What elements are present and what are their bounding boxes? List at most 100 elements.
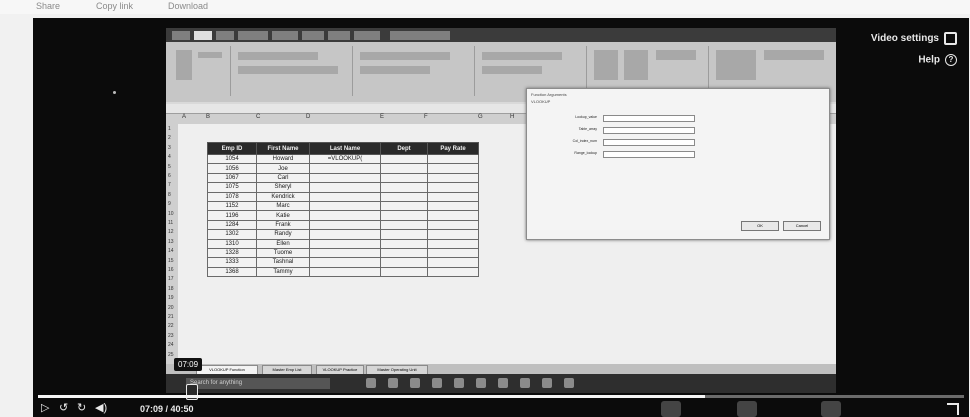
- row-header[interactable]: 24: [168, 342, 174, 348]
- table-cell[interactable]: [427, 163, 479, 174]
- row-header[interactable]: 20: [168, 305, 174, 311]
- row-header[interactable]: 14: [168, 248, 174, 254]
- table-cell[interactable]: [309, 200, 381, 212]
- table-cell[interactable]: 1056: [207, 163, 257, 174]
- row-header[interactable]: 6: [168, 173, 171, 179]
- taskbar-app-icon[interactable]: [498, 378, 508, 388]
- table-header-cell[interactable]: Last Name: [309, 142, 381, 155]
- table-cell[interactable]: [309, 210, 381, 221]
- row-header[interactable]: 4: [168, 154, 171, 160]
- taskbar-app-icon[interactable]: [476, 378, 486, 388]
- table-cell[interactable]: Kendrick: [256, 191, 310, 202]
- table-cell[interactable]: [427, 238, 479, 249]
- copy-link[interactable]: Copy link: [96, 1, 133, 11]
- video-player[interactable]: Video settings Help? ABCDEF G H 1 2 3 4 …: [33, 18, 969, 417]
- row-header[interactable]: 18: [168, 286, 174, 292]
- table-cell[interactable]: [380, 172, 428, 184]
- taskbar-app-icon[interactable]: [432, 378, 442, 388]
- table-header-cell[interactable]: First Name: [256, 142, 310, 155]
- table-cell[interactable]: Katie: [256, 210, 310, 221]
- table-cell[interactable]: Tashnal: [256, 257, 310, 268]
- table-cell[interactable]: Tuome: [256, 247, 310, 259]
- table-cell[interactable]: Ellen: [256, 238, 310, 249]
- row-header[interactable]: 3: [168, 145, 171, 151]
- column-header[interactable]: E: [380, 114, 384, 120]
- table-cell[interactable]: Randy: [256, 229, 310, 240]
- table-cell[interactable]: Sheryl: [256, 182, 310, 193]
- table-cell[interactable]: Marc: [256, 200, 310, 212]
- row-header[interactable]: 13: [168, 239, 174, 245]
- table-cell[interactable]: 1333: [207, 257, 257, 268]
- download-link[interactable]: Download: [168, 1, 208, 11]
- table-cell[interactable]: 1302: [207, 229, 257, 240]
- table-cell[interactable]: [309, 219, 381, 231]
- taskbar-app-icon[interactable]: [542, 378, 552, 388]
- table-cell[interactable]: Carl: [256, 172, 310, 184]
- table-cell[interactable]: [380, 210, 428, 221]
- play-icon[interactable]: ▷: [41, 403, 49, 414]
- table-cell[interactable]: [380, 229, 428, 240]
- rewind-icon[interactable]: ↺: [59, 403, 68, 414]
- taskbar-search[interactable]: Search for anything: [186, 378, 330, 389]
- table-cell[interactable]: [380, 247, 428, 259]
- fullscreen-icon[interactable]: [947, 403, 959, 415]
- table-cell[interactable]: [427, 219, 479, 231]
- table-cell[interactable]: 1284: [207, 219, 257, 231]
- row-header[interactable]: 16: [168, 267, 174, 273]
- row-header[interactable]: 15: [168, 258, 174, 264]
- table-cell[interactable]: [309, 238, 381, 249]
- table-cell[interactable]: [309, 191, 381, 202]
- column-header[interactable]: H: [510, 114, 514, 120]
- table-header-cell[interactable]: Emp ID: [207, 142, 257, 155]
- dialog-field-input[interactable]: [603, 115, 695, 122]
- taskbar-app-icon[interactable]: [388, 378, 398, 388]
- row-header[interactable]: 19: [168, 295, 174, 301]
- dialog-field-input[interactable]: [603, 151, 695, 158]
- table-cell[interactable]: [427, 200, 479, 212]
- dialog-field-input[interactable]: [603, 139, 695, 146]
- column-header[interactable]: D: [306, 114, 310, 120]
- column-header[interactable]: C: [256, 114, 260, 120]
- table-cell[interactable]: 1152: [207, 200, 257, 212]
- table-cell[interactable]: [309, 266, 381, 278]
- column-header[interactable]: A: [182, 114, 186, 120]
- row-header[interactable]: 22: [168, 323, 174, 329]
- row-header[interactable]: 17: [168, 276, 174, 282]
- taskbar-app-icon[interactable]: [366, 378, 376, 388]
- cancel-button[interactable]: Cancel: [783, 221, 821, 231]
- table-cell[interactable]: 1310: [207, 238, 257, 249]
- table-cell[interactable]: [309, 172, 381, 184]
- row-header[interactable]: 11: [168, 220, 173, 226]
- table-cell[interactable]: Tammy: [256, 266, 310, 278]
- row-header[interactable]: 21: [168, 314, 174, 320]
- row-header[interactable]: 25: [168, 352, 174, 358]
- table-cell[interactable]: [380, 182, 428, 193]
- table-cell[interactable]: [427, 210, 479, 221]
- table-cell[interactable]: [380, 238, 428, 249]
- table-cell[interactable]: 1368: [207, 266, 257, 278]
- table-cell[interactable]: [427, 229, 479, 240]
- video-settings-button[interactable]: Video settings: [871, 32, 957, 45]
- taskbar-app-icon[interactable]: [520, 378, 530, 388]
- progress-bar[interactable]: [38, 395, 964, 398]
- table-header-cell[interactable]: Pay Rate: [427, 142, 479, 155]
- function-arguments-dialog[interactable]: Function Arguments VLOOKUP Lookup_value T…: [526, 88, 830, 240]
- table-cell[interactable]: Joe: [256, 163, 310, 174]
- table-cell[interactable]: [427, 172, 479, 184]
- dialog-field-input[interactable]: [603, 127, 695, 134]
- table-cell[interactable]: 1078: [207, 191, 257, 202]
- table-cell[interactable]: [380, 266, 428, 278]
- row-header[interactable]: 8: [168, 192, 171, 198]
- table-cell[interactable]: [427, 266, 479, 278]
- row-header[interactable]: 9: [168, 201, 171, 207]
- taskbar-app-icon[interactable]: [410, 378, 420, 388]
- table-cell[interactable]: [309, 182, 381, 193]
- row-header[interactable]: 12: [168, 229, 174, 235]
- table-cell[interactable]: 1075: [207, 182, 257, 193]
- column-header[interactable]: B: [206, 114, 210, 120]
- table-cell[interactable]: [380, 191, 428, 202]
- table-cell[interactable]: Howard: [256, 153, 310, 165]
- row-header[interactable]: 7: [168, 182, 171, 188]
- table-cell[interactable]: [380, 200, 428, 212]
- thumbnail[interactable]: [737, 401, 757, 417]
